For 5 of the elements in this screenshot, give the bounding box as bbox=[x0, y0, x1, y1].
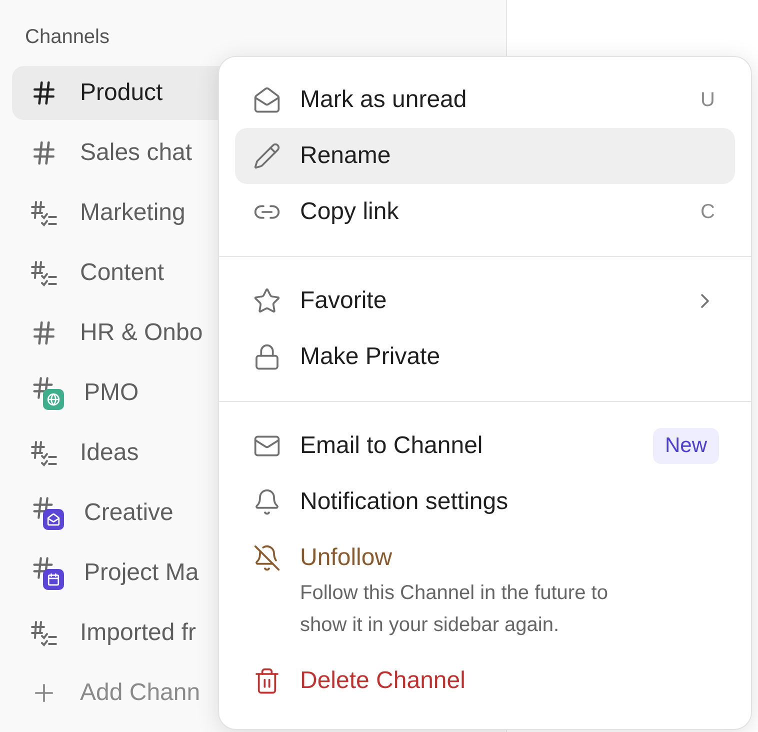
menu-item-description: Follow this Channel in the future to show it in your sidebar again. bbox=[300, 581, 609, 638]
new-badge: New bbox=[652, 428, 719, 464]
section-heading: Channels bbox=[24, 25, 110, 50]
shortcut-key: U bbox=[700, 85, 717, 115]
shortcut-key: C bbox=[700, 197, 717, 227]
